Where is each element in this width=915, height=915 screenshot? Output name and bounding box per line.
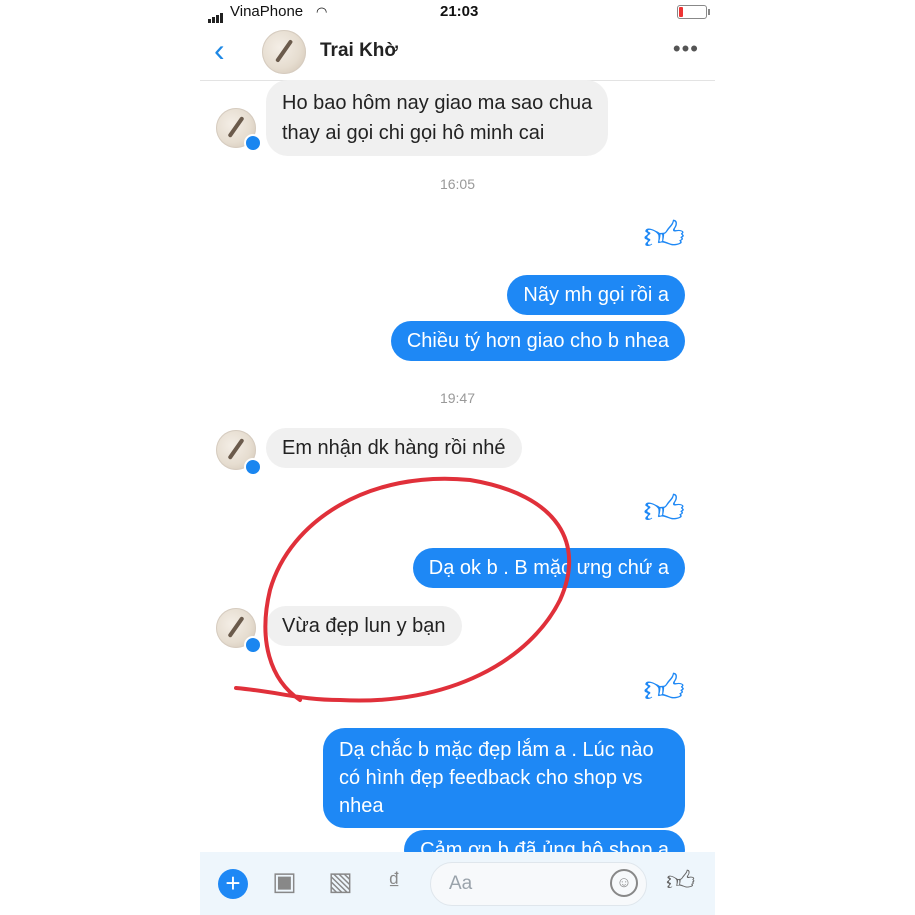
- message-input-placeholder: Aa: [449, 873, 473, 894]
- chevron-left-icon[interactable]: ‹: [214, 34, 225, 66]
- messenger-badge-icon: [244, 134, 262, 152]
- messenger-badge-icon: [244, 636, 262, 654]
- signal-icon: [208, 6, 224, 23]
- plus-icon[interactable]: +: [218, 869, 248, 899]
- thumbs-up-icon[interactable]: 👍︎: [643, 214, 685, 258]
- messenger-badge-icon: [244, 458, 262, 476]
- message-bubble-incoming[interactable]: Ho bao hôm nay giao ma sao chua thay ai …: [266, 80, 609, 156]
- message-bubble-outgoing[interactable]: Chiều tý hơn giao cho b nhea: [390, 321, 685, 361]
- camera-icon[interactable]: ▣: [272, 866, 297, 897]
- dong-currency-icon[interactable]: ₫: [388, 868, 400, 896]
- contact-name[interactable]: Trai Khờ: [320, 40, 398, 62]
- wifi-icon: ◠: [316, 4, 328, 19]
- emoji-icon[interactable]: ☺: [610, 869, 638, 897]
- thumbs-up-icon[interactable]: 👍︎: [643, 667, 685, 711]
- messenger-screen: VinaPhone ◠ 21:03 ‹ Trai Khờ ••• Ho bao …: [200, 0, 715, 915]
- message-bubble-incoming[interactable]: Em nhận dk hàng rồi nhé: [266, 428, 522, 468]
- message-bubble-outgoing[interactable]: Dạ ok b . B mặc ưng chứ a: [412, 548, 685, 588]
- thumbs-up-icon[interactable]: 👍︎: [666, 864, 695, 898]
- message-bubble-outgoing[interactable]: Dạ chắc b mặc đẹp lắm a . Lúc nào có hìn…: [323, 728, 685, 828]
- conversation-header: ‹ Trai Khờ •••: [200, 24, 715, 81]
- carrier-name: VinaPhone: [230, 3, 304, 20]
- more-dots-icon[interactable]: •••: [673, 36, 699, 62]
- clock: 21:03: [440, 3, 479, 20]
- image-icon[interactable]: ▧: [328, 866, 353, 897]
- thumbs-up-icon[interactable]: 👍︎: [643, 488, 685, 532]
- contact-avatar[interactable]: [262, 30, 306, 74]
- timestamp: 19:47: [439, 390, 476, 406]
- message-bubble-outgoing[interactable]: Nãy mh gọi rồi a: [507, 275, 685, 315]
- battery-icon: [677, 5, 710, 19]
- timestamp: 16:05: [439, 176, 476, 192]
- status-bar: VinaPhone ◠ 21:03: [200, 0, 715, 24]
- composer-bar: + ▣ ▧ ₫ Aa ☺ 👍︎: [200, 852, 715, 915]
- message-bubble-incoming[interactable]: Vừa đẹp lun y bạn: [266, 606, 462, 646]
